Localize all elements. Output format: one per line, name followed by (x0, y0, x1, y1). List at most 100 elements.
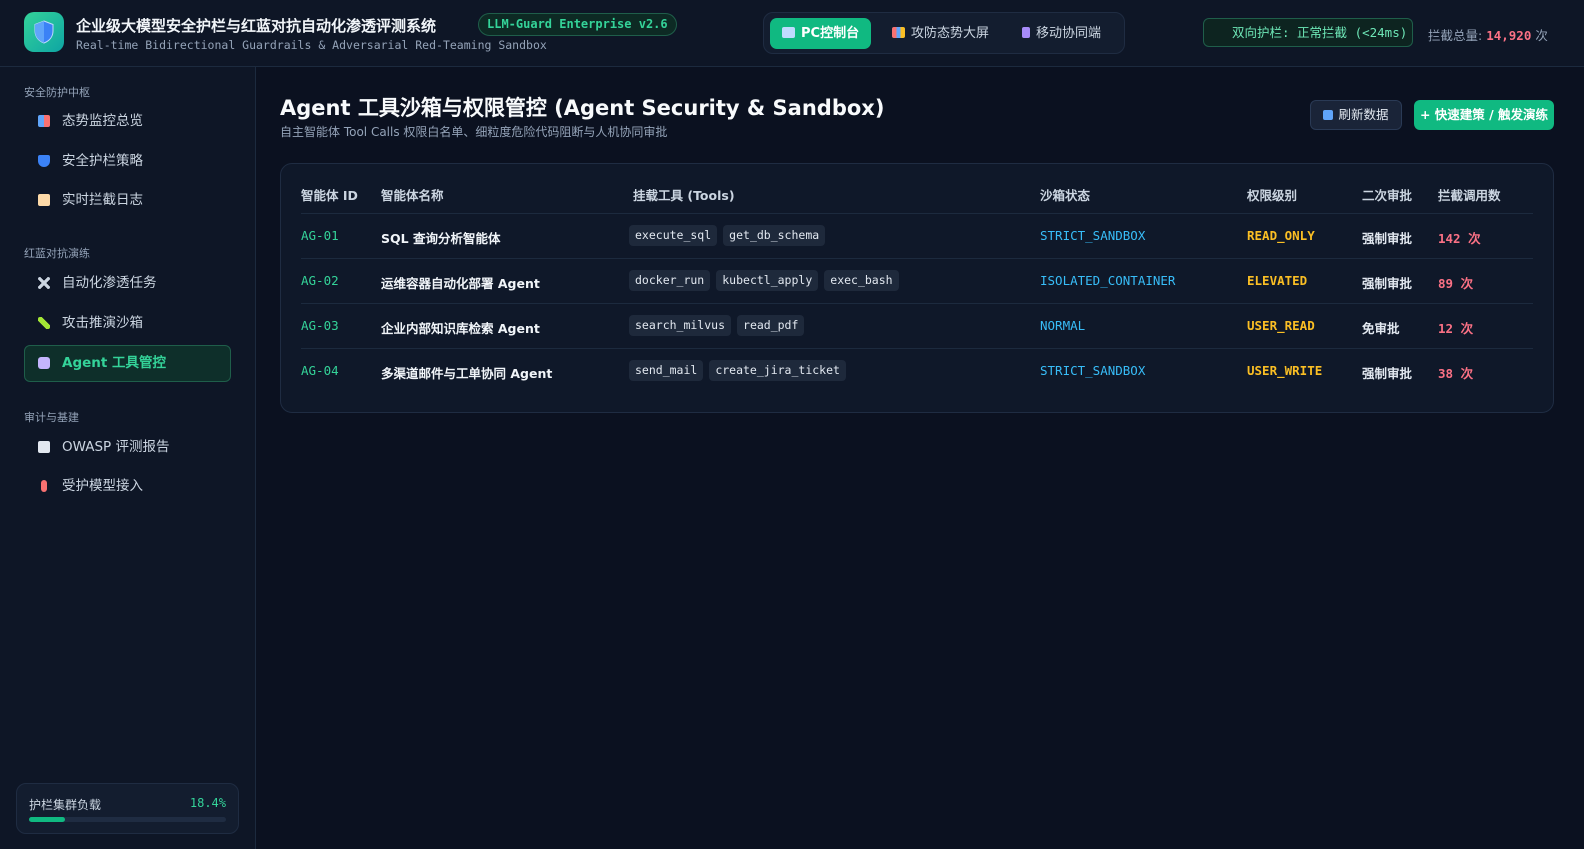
laptop-icon (782, 27, 795, 38)
sidebar-item-agent-tools[interactable]: Agent 工具管控 (24, 345, 231, 382)
sandbox-status: NORMAL (1040, 318, 1086, 333)
view-pc-console-label: PC控制台 (801, 26, 860, 41)
chart-icon (38, 115, 50, 127)
sidebar-item-intercept-log[interactable]: 实时拦截日志 (24, 182, 231, 219)
robot-icon (38, 357, 50, 369)
intercept-count: 142 次 (1438, 231, 1481, 246)
tool-chip: exec_bash (824, 270, 899, 291)
tool-chip: get_db_schema (723, 225, 826, 246)
crossed-swords-icon (38, 277, 50, 289)
app-subtitle: Real-time Bidirectional Guardrails & Adv… (76, 38, 547, 52)
sidebar-item-attack-sandbox[interactable]: 攻击推演沙箱 (24, 305, 231, 342)
agent-name: SQL 查询分析智能体 (381, 231, 501, 246)
page-subtitle: 自主智能体 Tool Calls 权限白名单、细粒度危险代码阻断与人机协同审批 (280, 125, 668, 139)
column-header-tools: 挂载工具 (Tools) (633, 188, 735, 203)
sidebar-item-label: 安全护栏策略 (62, 153, 143, 169)
tool-chip: create_jira_ticket (709, 360, 846, 381)
intercept-count: 38 次 (1438, 366, 1474, 381)
sidebar-item-label: Agent 工具管控 (62, 355, 167, 371)
sandbox-status: ISOLATED_CONTAINER (1040, 273, 1176, 288)
intercept-total: 拦截总量: 14,920 次 (1428, 25, 1548, 44)
refresh-button-label: 刷新数据 (1338, 107, 1389, 122)
tool-chip: read_pdf (737, 315, 805, 336)
sidebar-item-label: 自动化渗透任务 (62, 275, 157, 291)
column-header-sandbox: 沙箱状态 (1040, 188, 1091, 203)
approval-mode: 免审批 (1362, 321, 1400, 336)
refresh-button[interactable]: 刷新数据 (1310, 100, 1402, 130)
table-row[interactable]: AG-02 运维容器自动化部署 Agent docker_run kubectl_ap… (281, 259, 1555, 304)
agent-id: AG-04 (301, 363, 339, 378)
sidebar-item-label: OWASP 评测报告 (62, 439, 170, 455)
view-mobile-label: 移动协同端 (1036, 26, 1102, 41)
sidebar-item-label: 实时拦截日志 (62, 192, 143, 208)
page-title: Agent 工具沙箱与权限管控 (Agent Security & Sandbo… (280, 96, 885, 120)
tool-chip: docker_run (629, 270, 711, 291)
column-header-intercept-count: 拦截调用数 (1438, 188, 1501, 203)
scroll-icon (38, 194, 50, 206)
quick-policy-drill-button[interactable]: + 快速建策 / 触发演练 (1414, 100, 1554, 130)
intercept-total-label: 拦截总量: (1428, 28, 1483, 43)
permission-level: READ_ONLY (1247, 228, 1315, 243)
sidebar: 安全防护中枢 态势监控总览 安全护栏策略 实时拦截日志 红蓝对抗演练 自动化渗透… (0, 67, 256, 849)
agent-name: 多渠道邮件与工单协同 Agent (381, 366, 553, 381)
view-war-screen-button[interactable]: 攻防态势大屏 (880, 18, 1001, 49)
cluster-load-card: 护栏集群负载 18.4% (16, 783, 239, 834)
column-header-name: 智能体名称 (381, 188, 444, 203)
version-badge: LLM-Guard Enterprise v2.6 (478, 13, 677, 36)
agent-tools: send_mail create_jira_ticket (629, 360, 846, 381)
sandbox-status: STRICT_SANDBOX (1040, 363, 1146, 378)
tool-chip: kubectl_apply (716, 270, 819, 291)
table-row[interactable]: AG-01 SQL 查询分析智能体 execute_sql get_db_schema… (281, 214, 1555, 259)
view-mobile-button[interactable]: 移动协同端 (1010, 18, 1113, 49)
permission-level: USER_WRITE (1247, 363, 1323, 378)
shield-icon (38, 155, 50, 167)
sidebar-item-model-access[interactable]: 受护模型接入 (24, 468, 231, 505)
sidebar-group-security: 安全防护中枢 (24, 86, 90, 99)
sidebar-item-overview[interactable]: 态势监控总览 (24, 103, 231, 140)
agent-name: 企业内部知识库检索 Agent (381, 321, 540, 336)
table-row[interactable]: AG-03 企业内部知识库检索 Agent search_milvus read_pd… (281, 304, 1555, 349)
pin-icon (41, 480, 47, 492)
agent-tools: docker_run kubectl_apply exec_bash (629, 270, 899, 291)
permission-level: USER_READ (1247, 318, 1315, 333)
intercept-total-unit: 次 (1535, 28, 1548, 43)
cluster-load-label: 护栏集群负载 (29, 798, 102, 812)
syringe-icon (38, 317, 50, 329)
permission-level: ELEVATED (1247, 273, 1308, 288)
agent-name: 运维容器自动化部署 Agent (381, 276, 540, 291)
guardrail-status-badge: 双向护栏: 正常拦截 (<24ms) (1203, 18, 1413, 47)
shield-logo-icon (34, 20, 54, 44)
sidebar-item-guard-policy[interactable]: 安全护栏策略 (24, 143, 231, 180)
sandbox-status: STRICT_SANDBOX (1040, 228, 1146, 243)
intercept-count: 12 次 (1438, 321, 1474, 336)
refresh-icon (1323, 110, 1334, 120)
top-header: 企业级大模型安全护栏与红蓝对抗自动化渗透评测系统 LLM-Guard Enter… (0, 0, 1584, 67)
tool-chip: execute_sql (629, 225, 718, 246)
bar-chart-icon (892, 27, 905, 38)
cluster-load-fill (29, 817, 66, 822)
sidebar-item-label: 受护模型接入 (62, 478, 143, 494)
agent-id: AG-01 (301, 228, 339, 243)
table-row[interactable]: AG-04 多渠道邮件与工单协同 Agent send_mail create_jir… (281, 349, 1555, 394)
report-icon (38, 441, 50, 453)
tool-chip: search_milvus (629, 315, 732, 336)
view-war-screen-label: 攻防态势大屏 (911, 26, 990, 41)
agent-id: AG-03 (301, 318, 339, 333)
sidebar-item-owasp-report[interactable]: OWASP 评测报告 (24, 429, 231, 466)
sidebar-item-label: 态势监控总览 (62, 113, 143, 129)
tool-chip: send_mail (629, 360, 704, 381)
column-header-permission: 权限级别 (1247, 188, 1298, 203)
agent-table: 智能体 ID 智能体名称 挂载工具 (Tools) 沙箱状态 权限级别 二次审批… (280, 163, 1554, 413)
column-header-id: 智能体 ID (301, 188, 358, 203)
intercept-count: 89 次 (1438, 276, 1474, 291)
sidebar-item-pentest-tasks[interactable]: 自动化渗透任务 (24, 265, 231, 302)
app-logo (24, 12, 64, 52)
app-title: 企业级大模型安全护栏与红蓝对抗自动化渗透评测系统 (76, 17, 437, 35)
intercept-total-value: 14,920 (1486, 28, 1532, 43)
view-pc-console-button[interactable]: PC控制台 (770, 18, 872, 49)
sidebar-group-audit: 审计与基建 (24, 411, 79, 424)
sidebar-item-label: 攻击推演沙箱 (62, 315, 143, 331)
column-header-approval: 二次审批 (1362, 188, 1413, 203)
mobile-phone-icon (1022, 27, 1030, 38)
cluster-load-bar (29, 817, 226, 822)
